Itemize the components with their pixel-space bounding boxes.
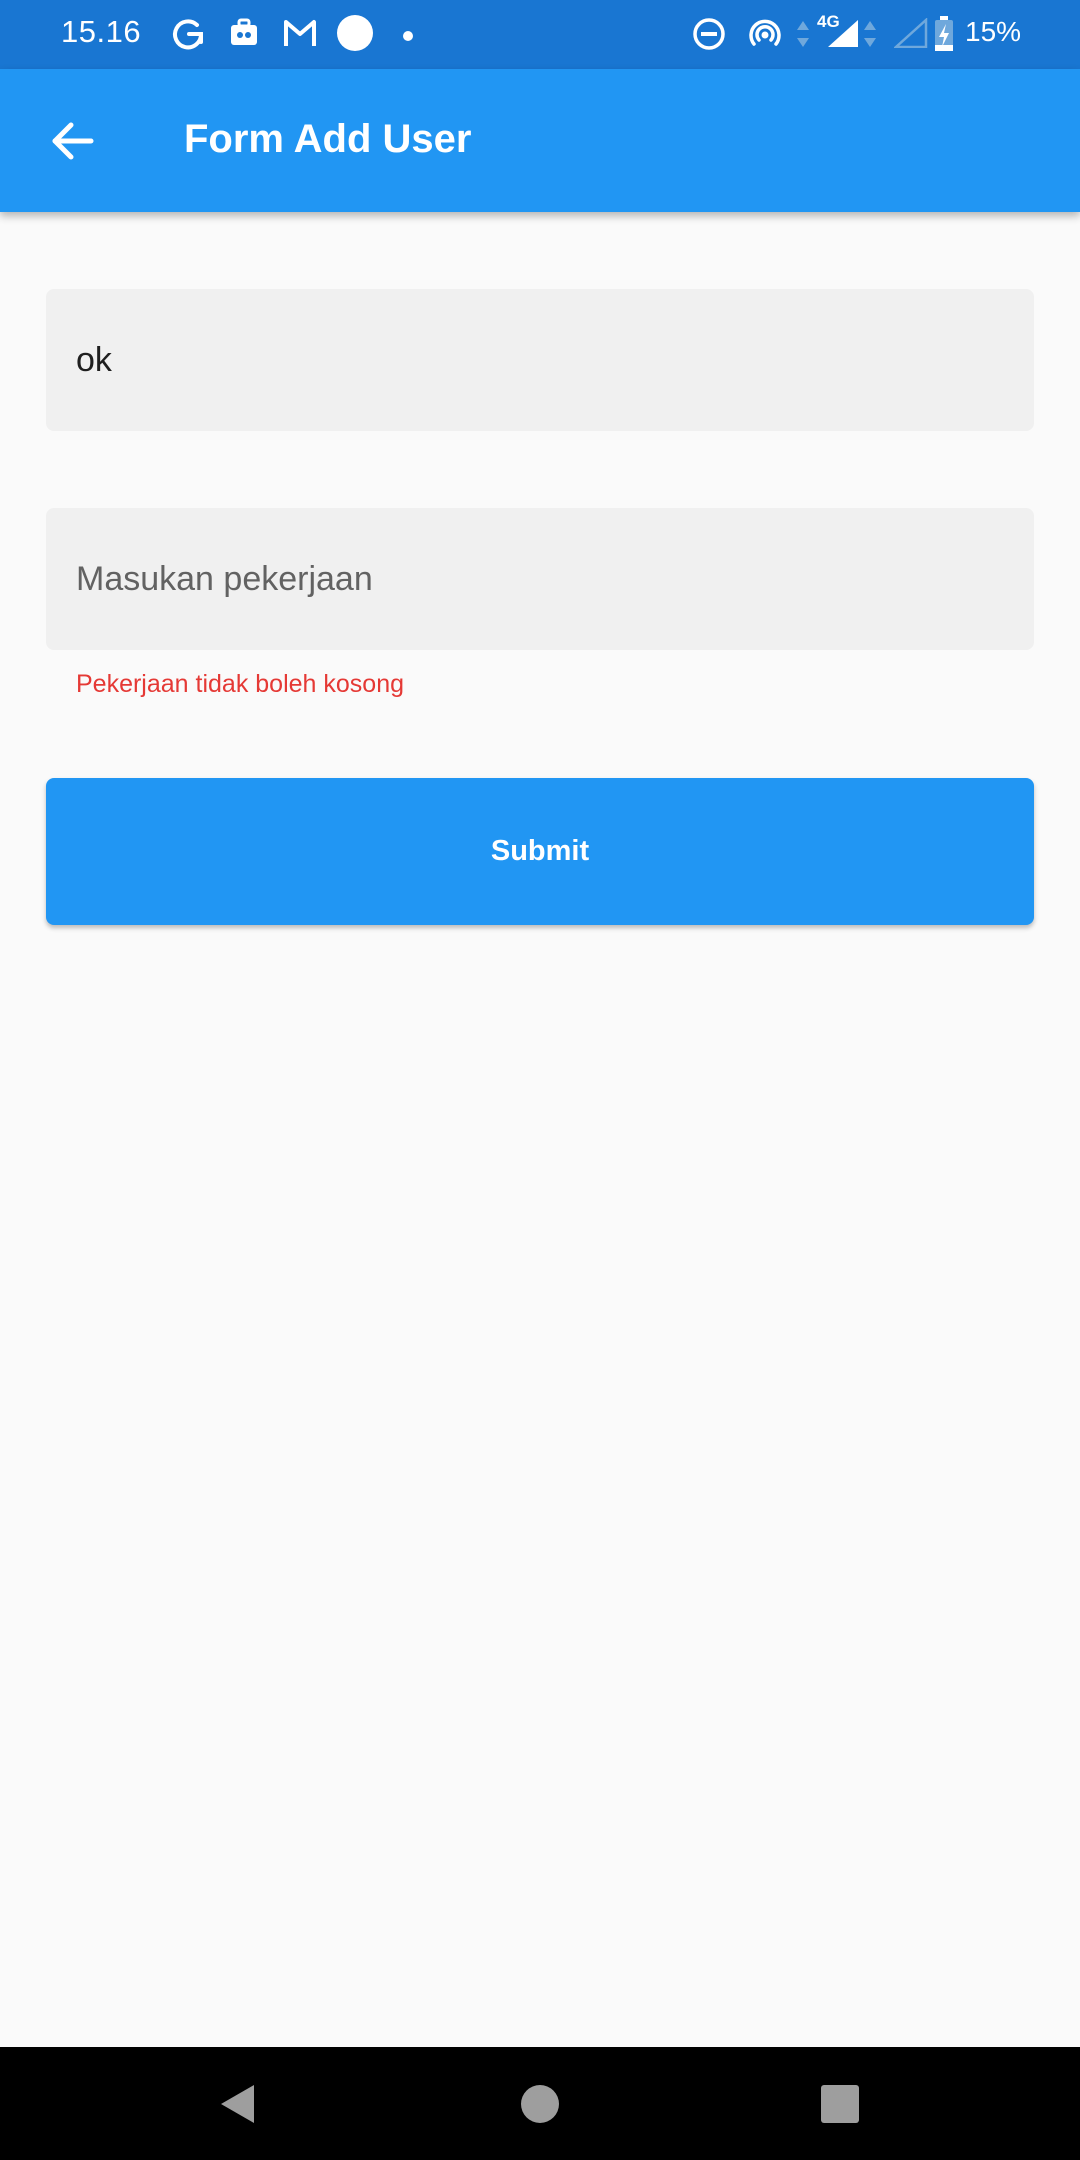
- navigation-bar: [0, 2047, 1080, 2160]
- app-notification-icon: [228, 17, 260, 54]
- grammarly-icon: [170, 16, 206, 57]
- job-error-message: Pekerjaan tidak boleh kosong: [76, 670, 405, 698]
- job-input[interactable]: [46, 508, 1034, 650]
- hotspot-icon: [746, 16, 784, 59]
- recents-square-icon: [821, 2085, 859, 2123]
- back-button[interactable]: [30, 99, 114, 183]
- status-time: 15.16: [61, 14, 142, 49]
- signal-empty-icon: [892, 17, 928, 53]
- data-activity-icon-2: [863, 19, 877, 54]
- circle-notification-icon: [336, 14, 374, 57]
- arrow-back-icon: [52, 122, 94, 160]
- data-activity-icon: [796, 19, 810, 54]
- submit-button[interactable]: Submit: [46, 778, 1034, 925]
- name-field[interactable]: [46, 289, 1034, 431]
- more-notifications-dot: [403, 28, 413, 46]
- signal-4g-icon: [826, 18, 860, 53]
- app-bar: Form Add User: [0, 69, 1080, 212]
- nav-back-button[interactable]: [203, 2069, 273, 2139]
- nav-recents-button[interactable]: [805, 2069, 875, 2139]
- battery-percentage: 15%: [965, 16, 1022, 47]
- back-triangle-icon: [221, 2085, 254, 2123]
- nav-home-button[interactable]: [505, 2069, 575, 2139]
- battery-charging-icon: [933, 15, 955, 58]
- job-field[interactable]: [46, 508, 1034, 650]
- do-not-disturb-icon: [692, 17, 726, 56]
- home-circle-icon: [521, 2085, 559, 2123]
- name-input[interactable]: [46, 289, 1034, 431]
- page-title: Form Add User: [184, 117, 472, 161]
- status-bar: 15.16 4G 15%: [0, 0, 1080, 69]
- gmail-icon: [282, 18, 318, 53]
